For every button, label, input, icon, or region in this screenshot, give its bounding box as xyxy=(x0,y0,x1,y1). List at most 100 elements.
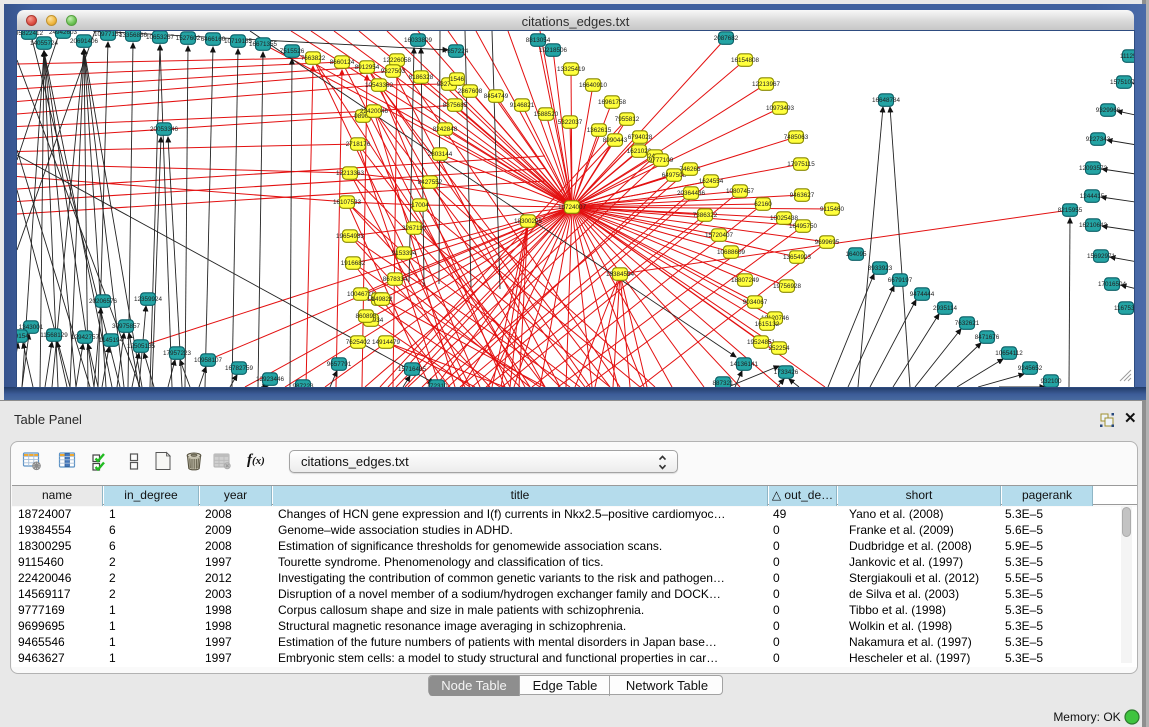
svg-text:10653267: 10653267 xyxy=(146,34,175,41)
svg-text:8660124: 8660124 xyxy=(330,59,355,66)
svg-text:746266: 746266 xyxy=(679,166,701,173)
svg-text:12213967: 12213967 xyxy=(752,81,781,88)
svg-text:20053346: 20053346 xyxy=(150,126,179,133)
svg-text:9034067: 9034067 xyxy=(743,299,768,306)
svg-text:164095: 164095 xyxy=(845,251,867,258)
svg-text:9463627: 9463627 xyxy=(790,192,815,199)
svg-text:9327503: 9327503 xyxy=(381,68,406,75)
svg-text:6679197: 6679197 xyxy=(888,277,913,284)
svg-text:12226058: 12226058 xyxy=(383,57,412,64)
svg-text:9245652: 9245652 xyxy=(1018,365,1043,372)
svg-text:10543362: 10543362 xyxy=(365,82,394,89)
svg-text:12213363: 12213363 xyxy=(336,170,365,177)
svg-text:16640910: 16640910 xyxy=(579,82,608,89)
svg-text:30975857: 30975857 xyxy=(112,323,141,330)
svg-text:7515526: 7515526 xyxy=(280,48,305,55)
svg-text:8990443: 8990443 xyxy=(603,137,628,144)
svg-text:7632621: 7632621 xyxy=(955,320,980,327)
svg-text:987223: 987223 xyxy=(292,383,314,387)
svg-text:18724007: 18724007 xyxy=(558,204,587,211)
svg-text:1527602: 1527602 xyxy=(176,35,201,42)
svg-text:1145194: 1145194 xyxy=(99,337,124,344)
svg-text:8813054: 8813054 xyxy=(526,37,551,44)
svg-text:8678334: 8678334 xyxy=(383,276,408,283)
svg-text:12942757: 12942757 xyxy=(71,334,100,341)
svg-text:16154808: 16154808 xyxy=(731,57,760,64)
svg-text:62160: 62160 xyxy=(754,201,772,208)
svg-text:16495750: 16495750 xyxy=(789,223,818,230)
svg-text:1733426: 1733426 xyxy=(774,369,799,376)
svg-text:9474444: 9474444 xyxy=(910,291,935,298)
svg-text:22420046: 22420046 xyxy=(360,108,389,115)
svg-text:16961758: 16961758 xyxy=(598,99,627,106)
svg-text:8242848: 8242848 xyxy=(433,126,458,133)
svg-text:17957223: 17957223 xyxy=(163,350,192,357)
svg-text:17004: 17004 xyxy=(411,202,429,209)
svg-text:1916682: 1916682 xyxy=(341,260,366,267)
svg-text:12923446: 12923446 xyxy=(256,376,285,383)
svg-text:15692971: 15692971 xyxy=(1087,253,1116,260)
svg-text:6794028: 6794028 xyxy=(628,134,653,141)
svg-text:8375685: 8375685 xyxy=(443,102,468,109)
svg-text:20364436: 20364436 xyxy=(677,190,706,197)
svg-text:2867608: 2867608 xyxy=(458,88,483,95)
svg-text:13356886: 13356886 xyxy=(119,32,148,39)
svg-text:252254: 252254 xyxy=(768,345,790,352)
svg-text:15720407: 15720407 xyxy=(705,232,734,239)
svg-text:8186328: 8186328 xyxy=(409,74,434,81)
svg-text:10654112: 10654112 xyxy=(995,350,1023,357)
svg-text:9115460: 9115460 xyxy=(820,206,845,213)
svg-text:18300295: 18300295 xyxy=(514,218,543,225)
svg-text:16782759: 16782759 xyxy=(225,365,254,372)
svg-text:9329966: 9329966 xyxy=(1096,107,1121,114)
svg-text:8427552: 8427552 xyxy=(418,179,443,186)
svg-text:9227343: 9227343 xyxy=(1086,136,1111,143)
svg-text:19384554: 19384554 xyxy=(606,271,635,278)
svg-text:772310: 772310 xyxy=(426,383,448,387)
svg-text:6466160: 6466160 xyxy=(201,36,226,43)
svg-text:12093572: 12093572 xyxy=(1079,165,1108,172)
svg-text:13325419: 13325419 xyxy=(557,66,586,73)
svg-text:24942603: 24942603 xyxy=(49,31,78,36)
svg-text:16671355: 16671355 xyxy=(249,41,278,48)
svg-text:8471676: 8471676 xyxy=(975,334,1000,341)
svg-text:17975115: 17975115 xyxy=(787,161,815,168)
svg-text:10973493: 10973493 xyxy=(766,105,795,112)
svg-text:15751074: 15751074 xyxy=(1110,79,1134,86)
svg-text:2935114: 2935114 xyxy=(933,305,958,312)
svg-text:20691406: 20691406 xyxy=(70,38,99,45)
svg-text:19654933: 19654933 xyxy=(336,233,365,240)
svg-text:19218506: 19218506 xyxy=(539,47,568,54)
svg-text:8454749: 8454749 xyxy=(484,93,509,100)
svg-text:7857224: 7857224 xyxy=(444,48,469,55)
svg-text:18807249: 18807249 xyxy=(731,277,760,284)
svg-text:9153394: 9153394 xyxy=(392,250,417,257)
svg-text:9657791: 9657791 xyxy=(327,361,352,368)
svg-text:8912954: 8912954 xyxy=(355,64,380,71)
svg-text:16033809: 16033809 xyxy=(404,37,433,44)
svg-text:1167533: 1167533 xyxy=(1114,305,1134,312)
svg-text:16648784: 16648784 xyxy=(872,97,901,104)
svg-text:7386322: 7386322 xyxy=(693,212,718,219)
svg-text:8933923: 8933923 xyxy=(868,265,893,272)
svg-text:14136141: 14136141 xyxy=(730,361,759,368)
svg-text:2087682: 2087682 xyxy=(714,35,739,42)
svg-text:860893: 860893 xyxy=(355,313,377,320)
svg-text:1624554: 1624554 xyxy=(699,178,724,185)
svg-text:887321: 887321 xyxy=(712,380,734,387)
svg-text:16107533: 16107533 xyxy=(333,199,362,206)
svg-text:20206576: 20206576 xyxy=(89,298,118,305)
svg-text:14055724: 14055724 xyxy=(30,40,59,47)
svg-text:15716485: 15716485 xyxy=(398,366,427,373)
svg-text:10025438: 10025438 xyxy=(770,215,799,222)
svg-text:149822: 149822 xyxy=(371,296,393,303)
svg-text:7485063: 7485063 xyxy=(784,134,809,141)
svg-text:5322037: 5322037 xyxy=(558,119,583,126)
svg-text:1244415: 1244415 xyxy=(1080,193,1105,200)
svg-text:19756928: 19756928 xyxy=(773,283,802,290)
svg-text:1588520: 1588520 xyxy=(534,111,559,118)
svg-text:7663822: 7663822 xyxy=(301,55,326,62)
svg-text:3267110: 3267110 xyxy=(402,225,427,232)
svg-text:17016504: 17016504 xyxy=(1098,281,1127,288)
svg-text:11568129: 11568129 xyxy=(40,332,68,339)
